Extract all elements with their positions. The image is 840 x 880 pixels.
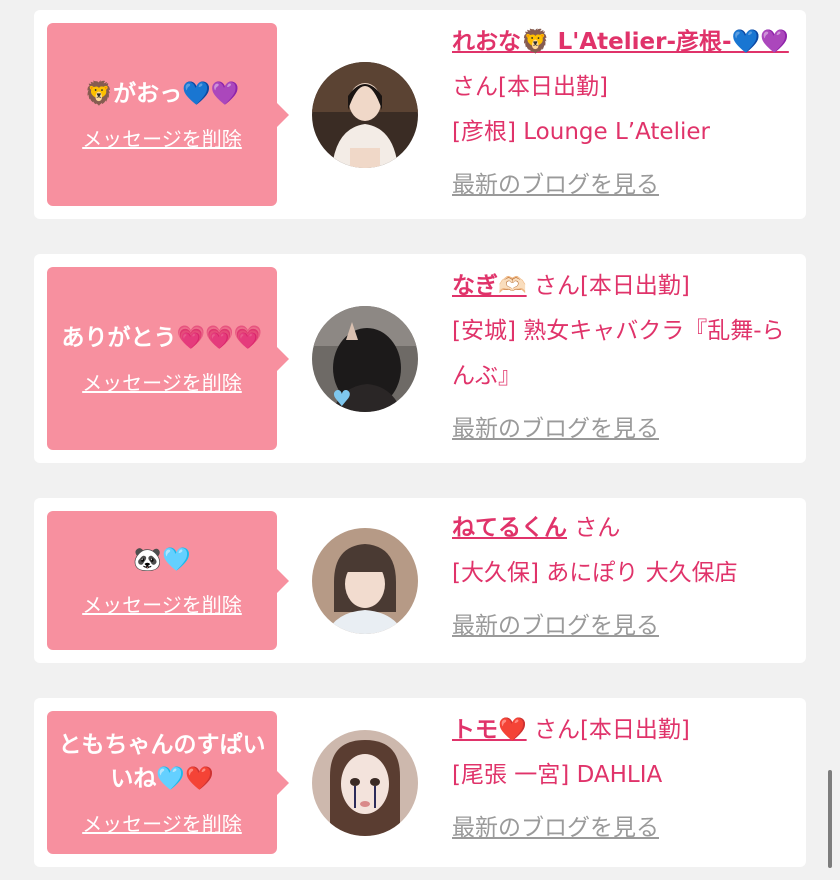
delete-message-link[interactable]: メッセージを削除 — [82, 589, 242, 618]
cast-name-link[interactable]: なぎ🫶🏻 — [452, 273, 527, 299]
latest-blog-link[interactable]: 最新のブログを見る — [452, 604, 659, 649]
message-list: 🦁がおっ💙💜 メッセージを削除 れおな🦁 L'Atelier-彦根-💙💜 さん[… — [0, 0, 840, 880]
message-text: 🦁がおっ💙💜 — [84, 81, 240, 107]
cast-info: ねてるくん さん [大久保] あにぽり 大久保店 最新のブログを見る — [452, 506, 802, 649]
honorific: さん — [574, 515, 621, 541]
message-card: ともちゃんのすぱいいね🩵❤️ メッセージを削除 トモ❤️ さん[本日出勤] [尾… — [34, 698, 806, 867]
message-bubble: ともちゃんのすぱいいね🩵❤️ メッセージを削除 — [47, 711, 289, 854]
cast-name-link[interactable]: ねてるくん — [452, 515, 567, 541]
attendance-status: [本日出勤] — [579, 717, 690, 743]
svg-text:♥: ♥ — [332, 387, 352, 412]
shop-name: [彦根] Lounge L’Atelier — [452, 119, 710, 145]
message-card: ありがとう💗💗💗 メッセージを削除 ♥ なぎ🫶🏻 さん[本日出勤] [安城] 熟… — [34, 254, 806, 463]
message-text: ありがとう💗💗💗 — [61, 325, 263, 351]
latest-blog-link[interactable]: 最新のブログを見る — [452, 407, 659, 452]
avatar[interactable] — [312, 528, 418, 634]
avatar[interactable] — [312, 730, 418, 836]
attendance-status: [本日出勤] — [579, 273, 690, 299]
message-card: 🐼🩵 メッセージを削除 ねてるくん さん [大久保] あにぽり 大久保店 最新の… — [34, 498, 806, 663]
message-text: ともちゃんのすぱいいね🩵❤️ — [58, 732, 266, 792]
scrollbar[interactable] — [828, 770, 832, 868]
cast-info: トモ❤️ さん[本日出勤] [尾張 一宮] DAHLIA 最新のブログを見る — [452, 708, 802, 851]
honorific: さん — [533, 717, 580, 743]
message-bubble: 🦁がおっ💙💜 メッセージを削除 — [47, 23, 289, 206]
honorific: さん — [533, 273, 580, 299]
cast-info: なぎ🫶🏻 さん[本日出勤] [安城] 熟女キャバクラ『乱舞-らんぶ』 最新のブロ… — [452, 264, 802, 452]
message-text: 🐼🩵 — [133, 547, 191, 573]
delete-message-link[interactable]: メッセージを削除 — [82, 808, 242, 837]
shop-name: [安城] 熟女キャバクラ『乱舞-らんぶ』 — [452, 318, 785, 389]
message-bubble: 🐼🩵 メッセージを削除 — [47, 511, 289, 650]
delete-message-link[interactable]: メッセージを削除 — [82, 367, 242, 396]
cast-info: れおな🦁 L'Atelier-彦根-💙💜 さん[本日出勤] [彦根] Loung… — [452, 20, 802, 208]
message-card: 🦁がおっ💙💜 メッセージを削除 れおな🦁 L'Atelier-彦根-💙💜 さん[… — [34, 10, 806, 219]
latest-blog-link[interactable]: 最新のブログを見る — [452, 163, 659, 208]
latest-blog-link[interactable]: 最新のブログを見る — [452, 806, 659, 851]
attendance-status: [本日出勤] — [498, 74, 608, 100]
avatar[interactable]: ♥ — [312, 306, 418, 412]
honorific: さん — [452, 74, 498, 100]
message-bubble: ありがとう💗💗💗 メッセージを削除 — [47, 267, 289, 450]
delete-message-link[interactable]: メッセージを削除 — [82, 123, 242, 152]
shop-name: [大久保] あにぽり 大久保店 — [452, 560, 738, 586]
shop-name: [尾張 一宮] DAHLIA — [452, 762, 663, 788]
cast-name-link[interactable]: トモ❤️ — [452, 717, 527, 743]
cast-name-link[interactable]: れおな🦁 L'Atelier-彦根-💙💜 — [452, 29, 789, 55]
avatar[interactable] — [312, 62, 418, 168]
